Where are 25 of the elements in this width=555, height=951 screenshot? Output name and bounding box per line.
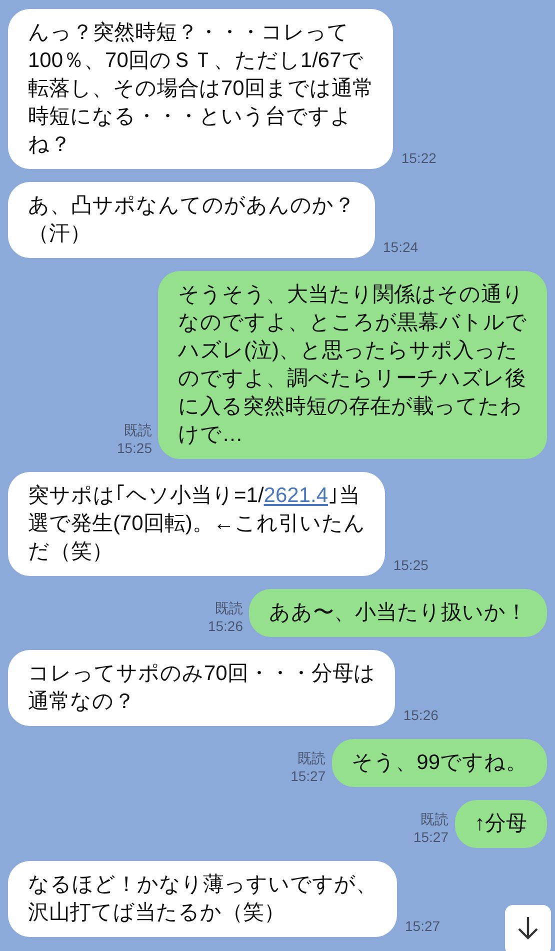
timestamp: 15:22 <box>401 149 436 167</box>
read-receipt: 既読 <box>298 749 326 767</box>
message-bubble: そうそう、大当たり関係はその通り なのですよ、ところが黒幕バトルで ハズレ(泣)、と思ったらサポ入った のですよ、調べたらリーチハズレ後 に入る突然時短の存在が載ってたわ けで… <box>158 271 547 459</box>
message-bubble: 突サポは｢ヘソ小当り=1/2621.4｣当 選で発生(70回転)。←これ引いたん だ（笑） <box>8 472 386 576</box>
message-bubble: そう、99ですね。 <box>332 739 547 787</box>
arrow-down-icon <box>517 915 539 941</box>
message-bubble: コレってサポのみ70回・・・分母は 通常なの？ <box>8 650 396 726</box>
message-bubble: ↑分母 <box>454 800 547 848</box>
timestamp: 15:26 <box>208 617 243 635</box>
read-receipt: 既読 <box>420 810 448 828</box>
message-bubble: あ、凸サポなんてのがあんのか？ （汗） <box>8 182 375 258</box>
timestamp: 15:27 <box>290 767 326 785</box>
timestamp: 15:25 <box>393 556 428 574</box>
read-receipt: 既読 <box>124 421 152 439</box>
read-receipt: 既読 <box>215 599 243 617</box>
message-bubble: ああ〜、小当たり扱いか！ <box>249 589 547 637</box>
scroll-down-button[interactable] <box>505 905 551 951</box>
link[interactable]: 2621.4 <box>264 484 328 507</box>
timestamp: 15:26 <box>403 706 438 724</box>
timestamp: 15:27 <box>405 917 440 935</box>
timestamp: 15:25 <box>116 439 152 457</box>
message-bubble: なるほど！かなり薄っすいですが、 沢山打てば当たるか（笑） <box>8 861 397 937</box>
timestamp: 15:27 <box>413 828 448 846</box>
timestamp: 15:24 <box>383 238 418 256</box>
message-bubble: んっ？突然時短？・・・コレって 100％、70回のＳＴ、ただし1/67で 転落し、その場合は70回までは通常 時短になる・・・という台ですよ ね？ <box>8 9 394 169</box>
